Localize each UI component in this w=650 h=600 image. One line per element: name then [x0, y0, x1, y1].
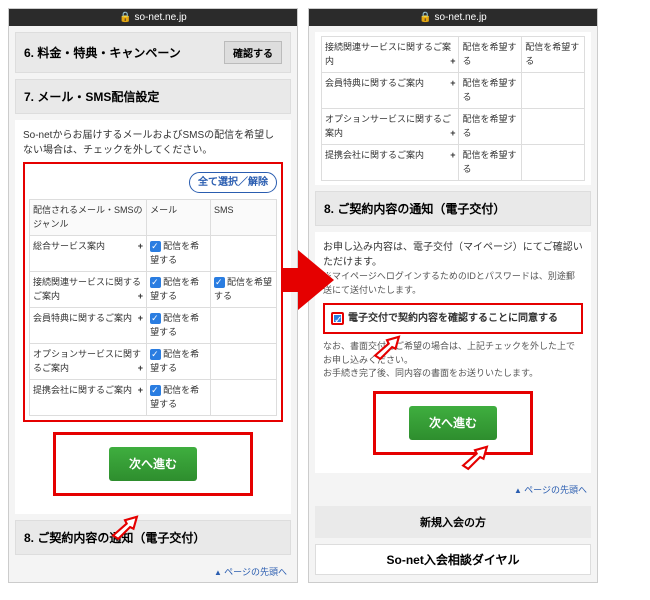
url-bar: 🔒 so-net.ne.jp: [9, 9, 297, 26]
agree-label: 電子交付で契約内容を確認することに同意する: [348, 313, 558, 324]
expand-icon[interactable]: +: [450, 149, 455, 163]
checkbox-icon[interactable]: [214, 277, 225, 288]
confirm-button[interactable]: 確認する: [224, 41, 282, 64]
expand-icon[interactable]: +: [450, 77, 455, 91]
table-row: オプションサービスに関するご案内+配信を希望する: [322, 109, 585, 145]
table-row: 提携会社に関するご案内+配信を希望する: [30, 380, 277, 416]
arrow-icon: [298, 250, 334, 310]
sec8-line1: お申し込み内容は、電子交付（マイページ）にてご確認いただけます。: [323, 240, 583, 270]
next-highlight: 次へ進む: [53, 432, 253, 496]
section-8-title: 8. ご契約内容の通知（電子交付）: [324, 200, 505, 217]
checkbox-icon[interactable]: [150, 313, 161, 324]
checkbox-icon[interactable]: [150, 241, 161, 252]
section-8-header: 8. ご契約内容の通知（電子交付）: [315, 191, 591, 226]
new-member-header: 新規入会の方: [315, 506, 591, 538]
expand-icon[interactable]: +: [138, 290, 143, 304]
checkbox-icon[interactable]: [150, 277, 161, 288]
next-button[interactable]: 次へ進む: [409, 406, 497, 440]
page-top-link[interactable]: ページの先頭へ: [9, 561, 297, 582]
expand-icon[interactable]: +: [138, 362, 143, 376]
table-row: 会員特典に関するご案内+配信を希望する: [30, 308, 277, 344]
toggle-all-button[interactable]: 全て選択／解除: [189, 172, 277, 193]
pointer-hand-icon: [108, 510, 142, 544]
section-6-header: 6. 料金・特典・キャンペーン 確認する: [15, 32, 291, 73]
section-7-title: 7. メール・SMS配信設定: [24, 88, 159, 105]
right-screenshot: 🔒 so-net.ne.jp 接続関連サービスに関するご案内+配信を希望する配信…: [308, 8, 598, 583]
table-row: オプションサービスに関するご案内+配信を希望する: [30, 344, 277, 380]
dial-title: So-net入会相談ダイヤル: [315, 544, 591, 575]
checkbox-icon[interactable]: [150, 349, 161, 360]
checkbox-icon[interactable]: [150, 385, 161, 396]
expand-icon[interactable]: +: [138, 240, 143, 254]
expand-icon[interactable]: +: [450, 127, 455, 141]
delivery-table: 配信されるメール・SMSのジャンル メール SMS 総合サービス案内+配信を希望…: [29, 199, 277, 416]
sec8-line3: なお、書面交付をご希望の場合は、上記チェックを外した上でお申し込みください。: [323, 340, 583, 367]
th-genre: 配信されるメール・SMSのジャンル: [30, 200, 147, 236]
sec8-line2: ※マイページへログインするためのIDとパスワードは、別途郵送にて送付いたします。: [323, 270, 583, 297]
th-sms: SMS: [211, 200, 277, 236]
agree-checkbox[interactable]: [331, 312, 344, 325]
pointer-hand-icon: [370, 330, 404, 364]
next-button[interactable]: 次へ進む: [109, 447, 197, 481]
delivery-table-cont: 接続関連サービスに関するご案内+配信を希望する配信を希望する 会員特典に関するご…: [321, 36, 585, 181]
expand-icon[interactable]: +: [138, 312, 143, 326]
section-7-intro: So-netからお届けするメールおよびSMSの配信を希望しない場合は、チェックを…: [23, 128, 283, 158]
table-row: 接続関連サービスに関するご案内+配信を希望する配信を希望する: [322, 37, 585, 73]
expand-icon[interactable]: +: [450, 55, 455, 69]
section-6-title: 6. 料金・特典・キャンペーン: [24, 44, 181, 61]
sec8-line4: お手続き完了後、同内容の書面をお送りいたします。: [323, 367, 583, 381]
expand-icon[interactable]: +: [138, 384, 143, 398]
table-row: 総合サービス案内+配信を希望する: [30, 236, 277, 272]
next-highlight: 次へ進む: [373, 391, 533, 455]
section-7-header: 7. メール・SMS配信設定: [15, 79, 291, 114]
table-row: 会員特典に関するご案内+配信を希望する: [322, 73, 585, 109]
table-row: 接続関連サービスに関するご案内+配信を希望する配信を希望する: [30, 272, 277, 308]
highlight-box: 全て選択／解除 配信されるメール・SMSのジャンル メール SMS 総合サービス…: [23, 162, 283, 422]
left-screenshot: 🔒 so-net.ne.jp 6. 料金・特典・キャンペーン 確認する 7. メ…: [8, 8, 298, 583]
table-row: 提携会社に関するご案内+配信を希望する: [322, 145, 585, 181]
th-mail: メール: [147, 200, 211, 236]
section-8-header: 8. ご契約内容の通知（電子交付）: [15, 520, 291, 555]
agree-highlight: 電子交付で契約内容を確認することに同意する: [323, 303, 583, 334]
url-bar: 🔒 so-net.ne.jp: [309, 9, 597, 26]
pointer-hand-icon: [458, 440, 492, 474]
page-top-link[interactable]: ページの先頭へ: [309, 479, 597, 500]
